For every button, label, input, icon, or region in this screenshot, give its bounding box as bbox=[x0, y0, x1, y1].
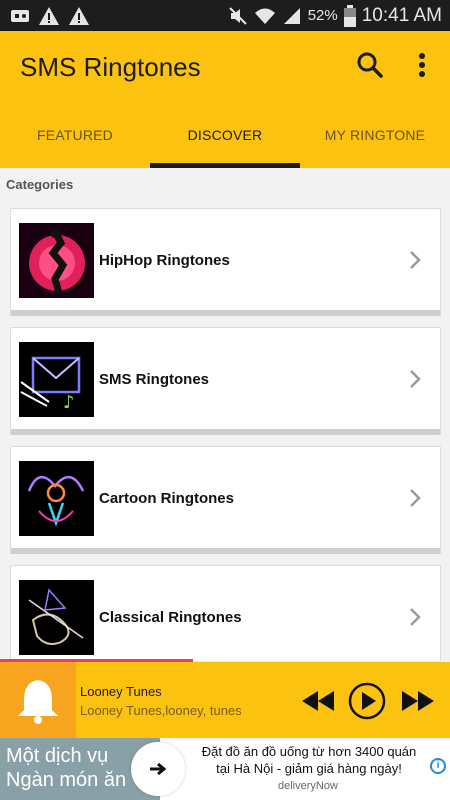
ad-left-text: Một dịch vụ Ngàn món ăn bbox=[6, 745, 127, 791]
category-card-classical[interactable]: Classical Ringtones bbox=[10, 565, 441, 661]
category-label: Cartoon Ringtones bbox=[99, 490, 234, 507]
overflow-menu-icon[interactable] bbox=[412, 51, 432, 79]
ad-brand: deliveryNow bbox=[278, 780, 338, 792]
signal-icon bbox=[283, 7, 300, 24]
mini-player: Looney Tunes Looney Tunes,looney, tunes bbox=[0, 662, 450, 738]
app-bar: SMS Ringtones FEATURED DISCOVER MY RINGT… bbox=[0, 31, 450, 168]
category-label: Classical Ringtones bbox=[99, 609, 242, 626]
bell-icon bbox=[0, 662, 76, 738]
tab-bar: FEATURED DISCOVER MY RINGTONE bbox=[0, 117, 450, 168]
tab-featured[interactable]: FEATURED bbox=[0, 117, 150, 168]
app-notification-icon bbox=[11, 9, 29, 22]
chevron-right-icon bbox=[410, 251, 421, 269]
clock: 10:41 AM bbox=[361, 4, 442, 26]
mute-icon bbox=[228, 6, 247, 25]
status-bar: 52% 10:41 AM bbox=[0, 0, 450, 31]
ad-banner[interactable]: Một dịch vụ Ngàn món ăn Đặt đồ ăn đồ uốn… bbox=[0, 738, 450, 800]
play-button[interactable] bbox=[348, 682, 386, 720]
classical-thumbnail bbox=[19, 580, 94, 655]
section-label: Categories bbox=[6, 177, 74, 192]
category-card-hiphop[interactable]: HipHop Ringtones bbox=[10, 208, 441, 316]
ad-info-icon[interactable]: i bbox=[430, 758, 446, 774]
now-playing-title: Looney Tunes bbox=[80, 684, 162, 699]
app-title: SMS Ringtones bbox=[20, 52, 201, 82]
battery-percent: 52% bbox=[307, 7, 338, 24]
chevron-right-icon bbox=[410, 489, 421, 507]
category-card-sms[interactable]: ♪ SMS Ringtones bbox=[10, 327, 441, 435]
svg-text:♪: ♪ bbox=[63, 392, 75, 413]
categories-list: Categories HipHop Ringtones ♪ SMS Ringto… bbox=[0, 168, 450, 661]
warning-icon bbox=[69, 6, 89, 25]
cartoon-thumbnail bbox=[19, 461, 94, 536]
chevron-right-icon bbox=[410, 370, 421, 388]
warning-icon bbox=[39, 6, 59, 25]
category-label: HipHop Ringtones bbox=[99, 252, 230, 269]
category-card-cartoon[interactable]: Cartoon Ringtones bbox=[10, 446, 441, 554]
search-icon[interactable] bbox=[356, 51, 384, 79]
hiphop-thumbnail bbox=[19, 223, 94, 298]
fast-forward-icon[interactable] bbox=[400, 682, 436, 720]
battery-icon bbox=[343, 4, 356, 27]
category-label: SMS Ringtones bbox=[99, 371, 210, 388]
now-playing-subtitle: Looney Tunes,looney, tunes bbox=[80, 703, 242, 718]
rewind-icon[interactable] bbox=[300, 682, 336, 720]
tab-discover[interactable]: DISCOVER bbox=[150, 117, 300, 168]
sms-thumbnail: ♪ bbox=[19, 342, 94, 417]
tab-my-ringtone[interactable]: MY RINGTONE bbox=[300, 117, 450, 168]
arrow-right-icon bbox=[150, 762, 167, 776]
wifi-icon bbox=[254, 8, 275, 24]
ad-go-button[interactable] bbox=[131, 742, 185, 796]
chevron-right-icon bbox=[410, 608, 421, 626]
ad-headline: Đặt đồ ăn đồ uống từ hơn 3400 quán tại H… bbox=[201, 744, 417, 776]
